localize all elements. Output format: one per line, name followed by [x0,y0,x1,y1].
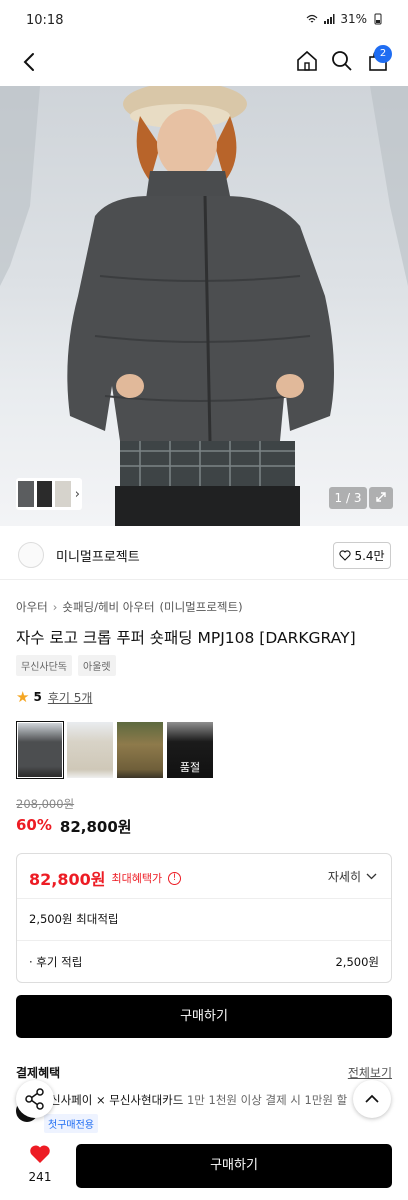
color-option-khaki[interactable] [116,721,164,779]
sale-price: 82,800원 [59,818,132,836]
max-benefit-label: 최대혜택가 [111,872,163,885]
color-options: 품절 [16,721,214,779]
max-benefit-price: 82,800원 [29,870,106,889]
status-bar: 10:18 31% [0,0,408,40]
sold-out-label: 품절 [179,761,201,774]
heart-icon [30,1145,50,1163]
scroll-top-button[interactable] [353,1080,391,1118]
benefit-box: 82,800원 최대혜택가 ! 자세히 2,500원 최대적립 · 후기 적립 … [16,853,392,983]
rating-score: 5 [33,690,42,704]
breadcrumb-item[interactable]: 아우터 [16,599,48,615]
review-points-value: 2,500원 [335,955,379,969]
wishlist-count: 241 [28,1170,52,1184]
home-icon[interactable] [295,49,319,73]
top-nav: 2 [0,40,408,84]
bag-count-badge: 2 [374,45,392,63]
chevron-up-icon [365,1094,379,1103]
brand-row[interactable]: 미니멀프로젝트 5.4만 [0,532,408,580]
thumbnail-image[interactable] [55,481,71,507]
status-icons: 31% [306,12,384,26]
color-option-beige[interactable] [66,721,114,779]
view-all-link[interactable]: 전체보기 [348,1064,392,1081]
status-time: 10:18 [26,12,64,28]
image-page-indicator: 1 / 3 [329,487,367,509]
search-icon[interactable] [330,49,354,73]
bottom-action-bar: 241 구매하기 [0,1134,408,1200]
review-points-label: · 후기 적립 [29,955,83,969]
back-icon[interactable] [18,50,42,74]
max-benefit-row: 82,800원 최대혜택가 ! [29,866,182,890]
original-price: 208,000원 [16,797,75,811]
review-count-link[interactable]: 후기 5개 [48,689,93,706]
payment-benefit-line: 신사페이 × 무신사현대카드 1만 1천원 이상 결제 시 1만원 할 [50,1092,347,1108]
breadcrumb: 아우터 › 숏패딩/헤비 아우터 (미니멀프로젝트) [16,599,243,615]
bottom-buy-button[interactable]: 구매하기 [76,1144,392,1188]
brand-like-button[interactable]: 5.4만 [333,542,391,569]
benefit-detail-toggle[interactable]: 자세히 [328,868,377,885]
color-option-darkgray[interactable] [16,721,64,779]
divider [17,898,391,899]
max-points: 2,500원 최대적립 [29,912,119,926]
payment-benefits-title: 결제혜택 [16,1066,61,1080]
thumbnail-image[interactable] [36,481,53,507]
brand-like-count: 5.4만 [354,549,385,563]
chevron-right-icon: › [52,600,58,614]
product-tags: 무신사단독 아울렛 [16,655,116,676]
breadcrumb-item[interactable]: 숏패딩/헤비 아우터 [62,599,154,615]
battery-icon [374,13,382,25]
share-icon [25,1088,44,1110]
info-icon[interactable]: ! [168,871,182,885]
breadcrumb-item[interactable]: (미니멀프로젝트) [160,599,243,615]
tag-outlet: 아울렛 [78,655,116,676]
star-icon: ★ [16,688,30,706]
discount-rate: 60% [16,816,52,834]
thumbnail-image[interactable] [18,481,34,507]
heart-outline-icon [339,550,352,561]
detail-label: 자세히 [327,870,361,884]
image-thumbnail-strip[interactable]: › [16,478,82,510]
wishlist-button[interactable]: 241 [22,1144,58,1184]
share-button[interactable] [16,1080,54,1118]
payment-benefit-detail: 1만 1천원 이상 결제 시 1만원 할 [186,1093,348,1107]
product-image[interactable] [0,86,408,526]
sale-price-row: 60% 82,800원 [16,816,132,837]
brand-logo[interactable] [18,542,44,568]
battery-text: 31% [340,12,367,26]
payment-benefit-main: 신사페이 × 무신사현대카드 [50,1093,184,1107]
product-title: 자수 로고 크롭 푸퍼 숏패딩 MPJ108 [DARKGRAY] [16,629,356,647]
tag-exclusive: 무신사단독 [16,655,72,676]
signal-icon [324,14,335,24]
product-photo [0,86,408,526]
color-option-black[interactable]: 품절 [166,721,214,779]
wifi-icon [306,14,318,23]
expand-icon[interactable] [369,487,393,509]
chevron-right-icon[interactable]: › [75,487,80,502]
buy-button[interactable]: 구매하기 [16,995,392,1038]
brand-name[interactable]: 미니멀프로젝트 [56,546,140,565]
chevron-down-icon [366,873,377,880]
divider [17,940,391,941]
rating[interactable]: ★ 5 후기 5개 [16,688,92,706]
